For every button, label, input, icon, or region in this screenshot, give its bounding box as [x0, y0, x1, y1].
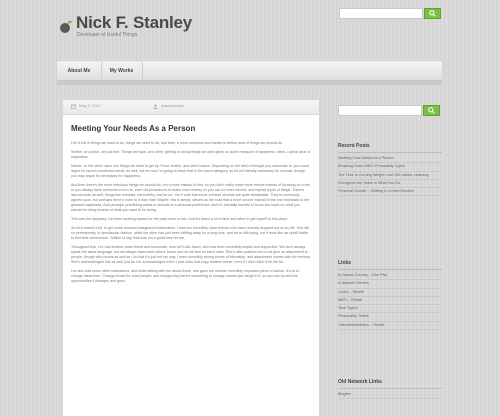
widget-title: Old Network Links: [338, 379, 442, 389]
old-network-link[interactable]: Blogfire: [338, 391, 442, 400]
post-paragraph: Shelter, of course, we just met. Things …: [71, 150, 310, 159]
recent-post-link[interactable]: Recognize the Value in What You Do: [338, 180, 442, 189]
recent-post-link[interactable]: Breaking Down MBTI Personality Types: [338, 163, 442, 172]
search-icon: [429, 10, 436, 17]
search-icon: [428, 107, 435, 114]
nav-item-about-me[interactable]: About Me: [57, 62, 102, 80]
sidebar-search-button[interactable]: [423, 105, 440, 116]
logo-icon: [60, 20, 72, 33]
links-widget: Links A Classic Country – Dee Pha A Netw…: [338, 260, 442, 331]
recent-post-link[interactable]: Personal Growth – Shifting in a new Dire…: [338, 188, 442, 197]
blogroll-link[interactable]: Tech Topics: [338, 305, 442, 314]
recent-posts-widget: Recent Posts Meeting Your Needs As a Per…: [338, 143, 442, 197]
blogroll-link[interactable]: A Network Review: [338, 280, 442, 289]
old-network-links-widget: Old Network Links Blogfire: [338, 379, 442, 400]
recent-post-link[interactable]: Meeting Your Needs As a Person: [338, 155, 442, 164]
post-paragraph: Throughout this, I've had another close …: [71, 245, 311, 264]
header-search: [339, 8, 441, 19]
widget-title: Links: [338, 260, 442, 270]
sidebar-search: [338, 105, 442, 116]
post-container: May 3, 2017 Administrator Meeting Your N…: [62, 99, 320, 417]
post-title[interactable]: Meeting Your Needs As a Person: [71, 124, 195, 133]
search-button[interactable]: [424, 8, 441, 19]
site-header: Nick F. Stanley Developer of Useful Thin…: [0, 0, 500, 62]
blogroll-link[interactable]: MBTI – Reddit: [338, 297, 442, 306]
widget-title: Recent Posts: [338, 143, 442, 153]
site-tagline: Developer of Useful Things: [77, 32, 138, 38]
post-author[interactable]: Administrator: [161, 103, 185, 108]
site-title[interactable]: Nick F. Stanley: [76, 13, 192, 33]
nav-item-my-works[interactable]: My Works: [101, 62, 143, 80]
post-paragraph: Life is full of things we want to do, th…: [71, 141, 283, 145]
post-paragraph: And then there's the more nebulous thing…: [71, 183, 311, 212]
blogroll-link[interactable]: Ultimatebeliefness – Reddit: [338, 322, 442, 331]
search-input[interactable]: [339, 8, 423, 19]
recent-post-link[interactable]: The Time is Coming Weight Lost Old Labou…: [338, 172, 442, 180]
post-meta: May 3, 2017 Administrator: [63, 100, 319, 115]
main-nav: About Me My Works: [57, 61, 442, 81]
post-paragraph: Needs, on the other hand, are things we …: [71, 164, 310, 178]
user-icon: [153, 104, 158, 109]
nav-divider: [57, 81, 442, 85]
calendar-icon: [71, 104, 76, 109]
post-paragraph: So let's rewind a bit, to get some relev…: [71, 226, 310, 240]
post-paragraph: This was the epiphany I've been working …: [71, 217, 289, 221]
sidebar: Recent Posts Meeting Your Needs As a Per…: [338, 99, 442, 417]
blogroll-link[interactable]: A Classic Country – Dee Pha: [338, 272, 442, 281]
blogroll-link[interactable]: Loved – Reddit: [338, 289, 442, 297]
post-paragraph: I've also had some other realizations, a…: [71, 269, 300, 283]
post-date: May 3, 2017: [79, 103, 102, 108]
sidebar-search-input[interactable]: [338, 105, 422, 116]
post-body: Life is full of things we want to do, th…: [71, 141, 311, 288]
blogroll-link[interactable]: Personality Online: [338, 313, 442, 322]
